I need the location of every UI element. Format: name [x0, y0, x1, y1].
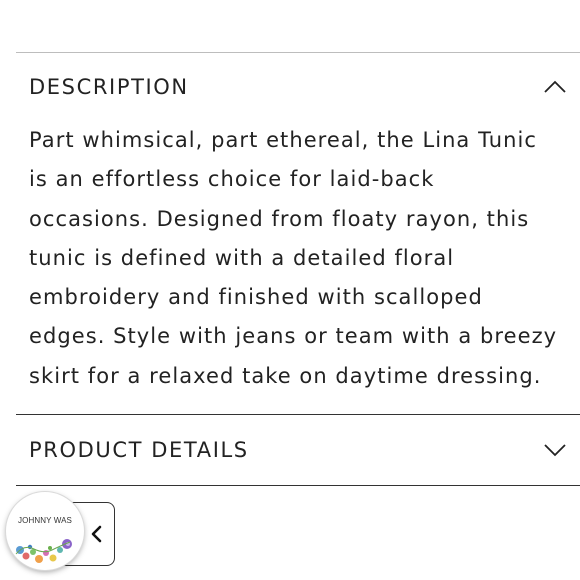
chevron-up-icon[interactable]: [542, 79, 568, 95]
brand-badge[interactable]: JOHNNY WAS: [6, 492, 84, 570]
chevron-left-icon: [90, 525, 102, 547]
top-divider: [16, 52, 580, 53]
middle-divider: [16, 414, 580, 415]
description-text: Part whimsical, part ethereal, the Lina …: [29, 128, 558, 388]
floral-logo-icon: [15, 539, 72, 563]
product-page: DESCRIPTION Part whimsical, part etherea…: [0, 0, 580, 580]
product-details-accordion-header[interactable]: PRODUCT DETAILS: [16, 428, 580, 472]
description-accordion-header[interactable]: DESCRIPTION: [16, 64, 580, 110]
description-title: DESCRIPTION: [29, 75, 189, 99]
brand-name: JOHNNY WAS: [18, 516, 72, 525]
bottom-divider: [16, 485, 580, 486]
chevron-down-icon[interactable]: [542, 442, 568, 458]
product-details-title: PRODUCT DETAILS: [29, 438, 249, 462]
